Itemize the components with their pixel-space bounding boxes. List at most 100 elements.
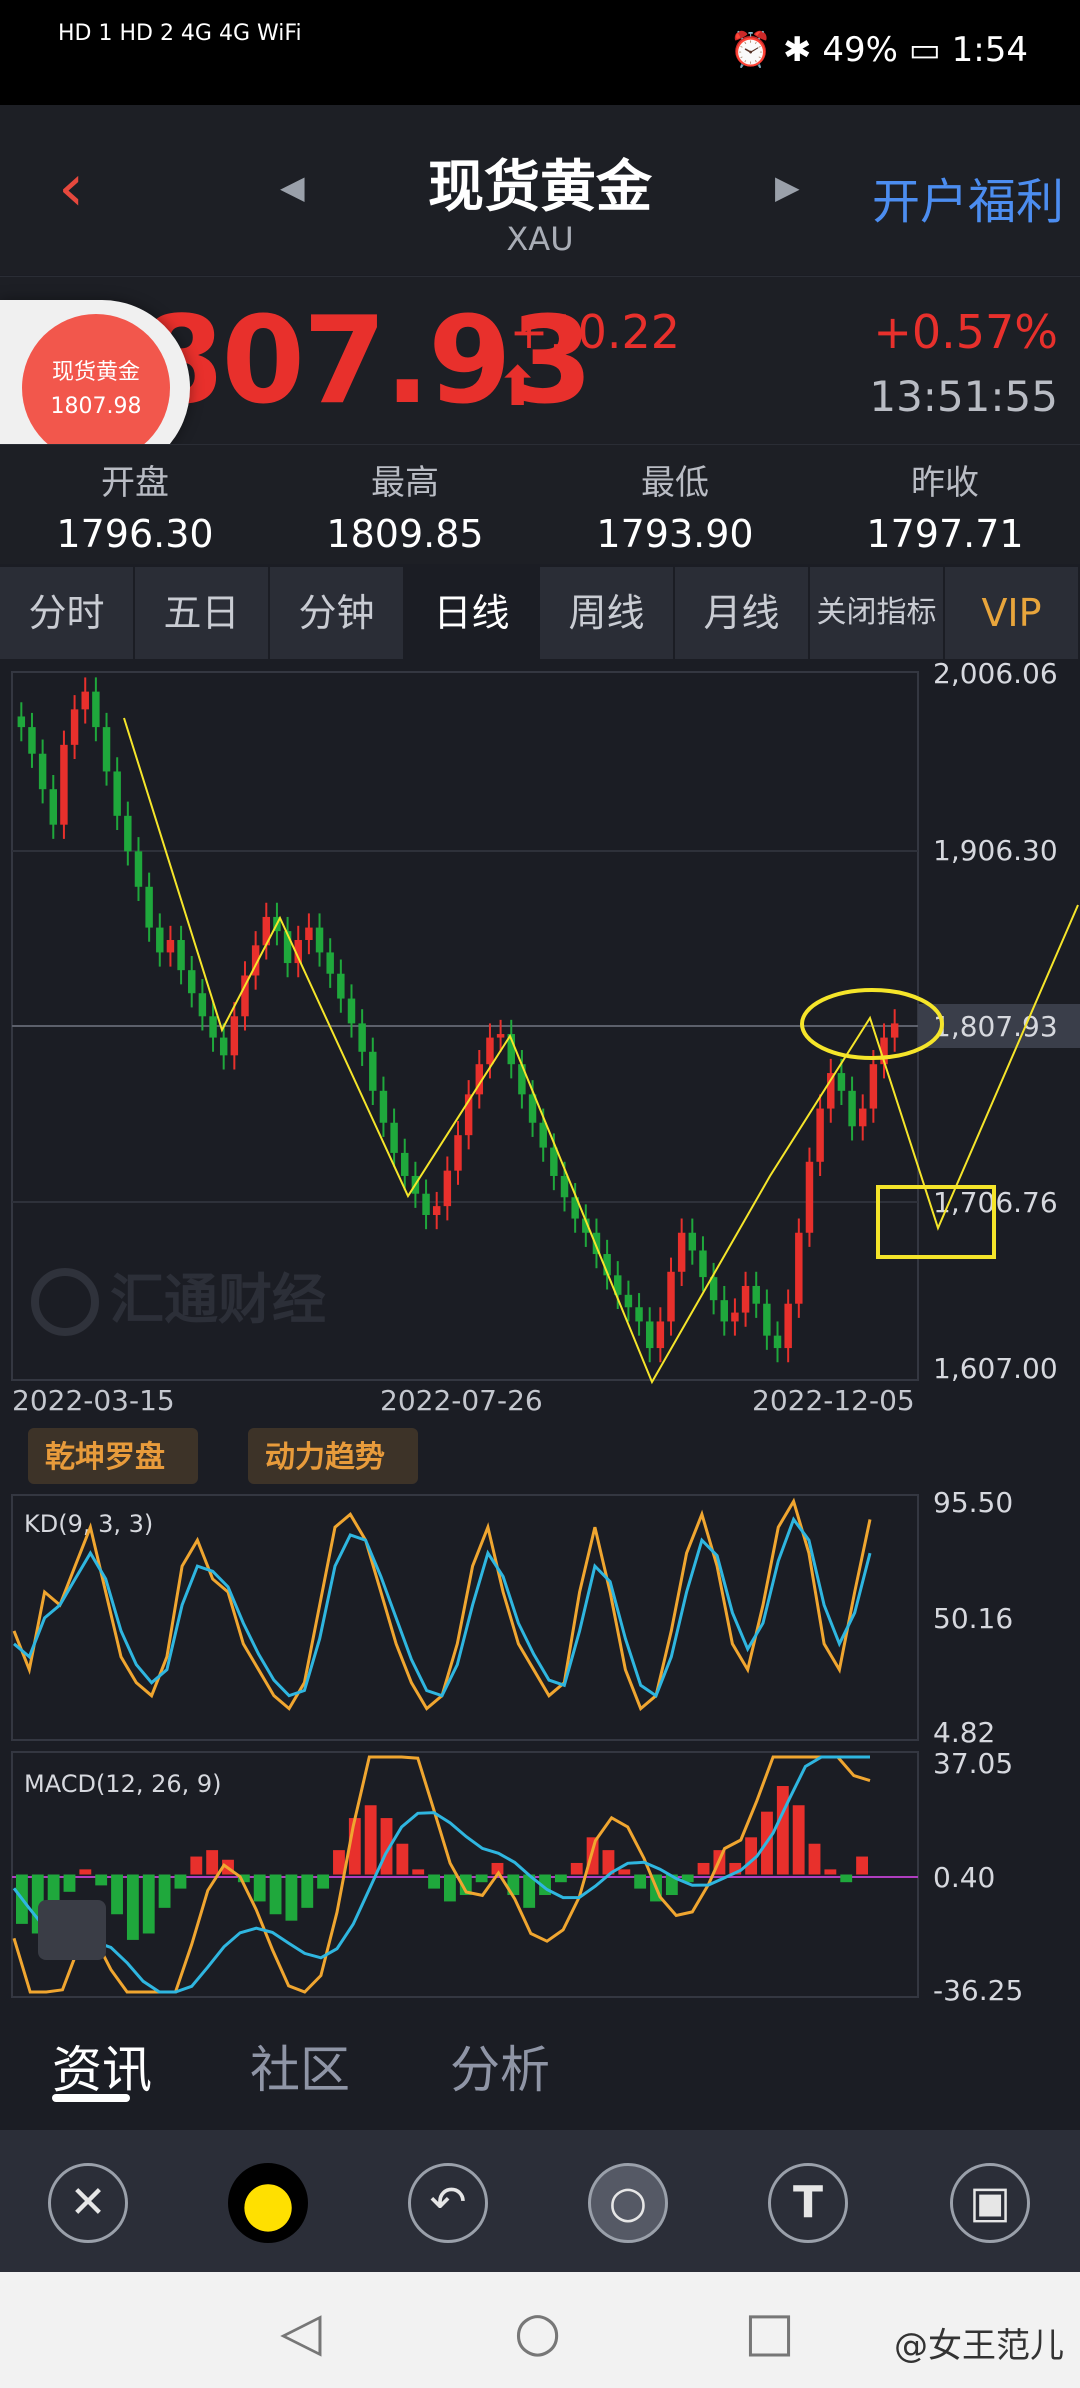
macd-bar (444, 1874, 456, 1902)
candle (326, 952, 334, 974)
candle (177, 940, 185, 971)
candle (645, 1321, 654, 1349)
macd-bar (206, 1850, 219, 1875)
candle (624, 1294, 633, 1308)
macd-bar (697, 1862, 710, 1875)
candle (539, 1122, 547, 1148)
fullscreen-icon[interactable] (38, 1900, 106, 1960)
tab-monthly[interactable]: 月线 (675, 567, 810, 659)
macd-bar (79, 1869, 92, 1875)
candle (422, 1193, 430, 1216)
candle (795, 1232, 803, 1304)
nav-back-icon[interactable]: ◁ (280, 2300, 322, 2363)
candle (401, 1152, 409, 1176)
candle (70, 709, 79, 745)
candle (198, 993, 207, 1017)
kd-tick: 95.50 (933, 1486, 1013, 1519)
close-icon[interactable]: ✕ (48, 2163, 128, 2243)
candle (656, 1321, 665, 1349)
macd-bar (475, 1874, 488, 1883)
circle-tool-icon[interactable]: ○ (588, 2163, 668, 2243)
stat-label: 昨收 (911, 463, 979, 503)
candle (156, 927, 164, 953)
nav-recent-icon[interactable]: □ (744, 2300, 795, 2363)
candle (134, 851, 143, 887)
candle (432, 1206, 441, 1216)
macd-bar (158, 1874, 171, 1908)
macd-bar (269, 1874, 282, 1915)
candle (347, 998, 356, 1024)
macd-tick: -36.25 (933, 1974, 1023, 2005)
tab-community[interactable]: 社区 (250, 2030, 350, 2102)
y-tick-label: 2,006.06 (933, 660, 1058, 690)
candle (124, 815, 132, 852)
candle (805, 1161, 814, 1233)
y-tick-label: 1,807.93 (933, 1010, 1058, 1043)
tab-vip[interactable]: VIP (945, 567, 1080, 659)
candle (28, 727, 36, 754)
save-icon[interactable]: ▣ (950, 2163, 1030, 2243)
tab-intraday[interactable]: 分时 (0, 567, 135, 659)
macd-bar (63, 1874, 76, 1892)
tab-close-indicator[interactable]: 关闭指标 (810, 567, 945, 659)
candle (337, 973, 345, 999)
tab-minute[interactable]: 分钟 (270, 567, 405, 659)
candle (358, 1023, 366, 1052)
drawing-toolbar (0, 2130, 1080, 2272)
nav-home-icon[interactable]: ○ (514, 2300, 561, 2363)
status-signal: HD 1 HD 2 4G 4G WiFi (58, 21, 302, 46)
bubble-circle[interactable]: 现货黄金 1807.98 (22, 314, 170, 462)
macd-bar (618, 1869, 631, 1875)
stat-prev-close: 昨收 1797.71 (810, 455, 1080, 556)
tab-analysis[interactable]: 分析 (450, 2030, 550, 2102)
chart-area[interactable]: 2,006.06 1,906.30 1,807.93 1,706.76 1,60… (0, 660, 1080, 2005)
macd-bar (333, 1850, 345, 1875)
candle (81, 691, 89, 710)
candle (17, 716, 26, 728)
macd-bar (428, 1874, 440, 1889)
candle (305, 927, 313, 941)
kd-tick: 50.16 (933, 1602, 1013, 1635)
tab-daily[interactable]: 日线 (405, 567, 540, 659)
candle (92, 691, 100, 728)
candle (188, 970, 196, 994)
color-picker-icon[interactable]: ● (228, 2163, 308, 2243)
candle (486, 1037, 494, 1065)
candle (763, 1303, 771, 1336)
macd-bar (808, 1843, 821, 1875)
y-tick-label: 1,906.30 (933, 834, 1058, 867)
active-tab-indicator (52, 2094, 130, 2102)
candle (315, 927, 324, 953)
candle (166, 940, 175, 953)
tab-weekly[interactable]: 周线 (540, 567, 675, 659)
candle (454, 1135, 462, 1171)
candle (677, 1232, 686, 1272)
text-tool-icon[interactable]: T (768, 2163, 848, 2243)
candle (230, 1016, 239, 1056)
candle (890, 1023, 899, 1038)
stat-high: 最高 1809.85 (270, 455, 540, 556)
up-arrow-icon: ⬆ (495, 355, 541, 418)
macd-bar (554, 1874, 567, 1883)
macd-bar (174, 1874, 187, 1889)
stat-open: 开盘 1796.30 (0, 455, 270, 556)
next-instrument-icon[interactable]: ▶ (775, 168, 800, 206)
candle (379, 1090, 388, 1123)
undo-icon[interactable]: ↶ (408, 2163, 488, 2243)
macd-bar (570, 1862, 583, 1875)
status-system: ⏰ ✱ 49% ▭ 1:54 (729, 30, 1028, 70)
x-tick-label: 2022-12-05 (752, 1384, 915, 1417)
macd-tick: 0.40 (933, 1861, 995, 1894)
stat-value: 1793.90 (596, 512, 754, 556)
tab-news[interactable]: 资讯 (52, 2030, 152, 2102)
kd-tick: 4.82 (933, 1716, 995, 1749)
candle (635, 1307, 643, 1322)
indicator-button-label: 动力趋势 (265, 1440, 385, 1475)
macd-tick: 37.05 (933, 1747, 1013, 1780)
status-bar: HD 1 HD 2 4G 4G WiFi ⏰ ✱ 49% ▭ 1:54 (0, 0, 1080, 105)
candle (560, 1175, 569, 1198)
tab-five-day[interactable]: 五日 (135, 567, 270, 659)
macd-bar (856, 1856, 868, 1875)
promo-link[interactable]: 开户福利 (872, 162, 1064, 232)
candle (209, 1016, 217, 1038)
